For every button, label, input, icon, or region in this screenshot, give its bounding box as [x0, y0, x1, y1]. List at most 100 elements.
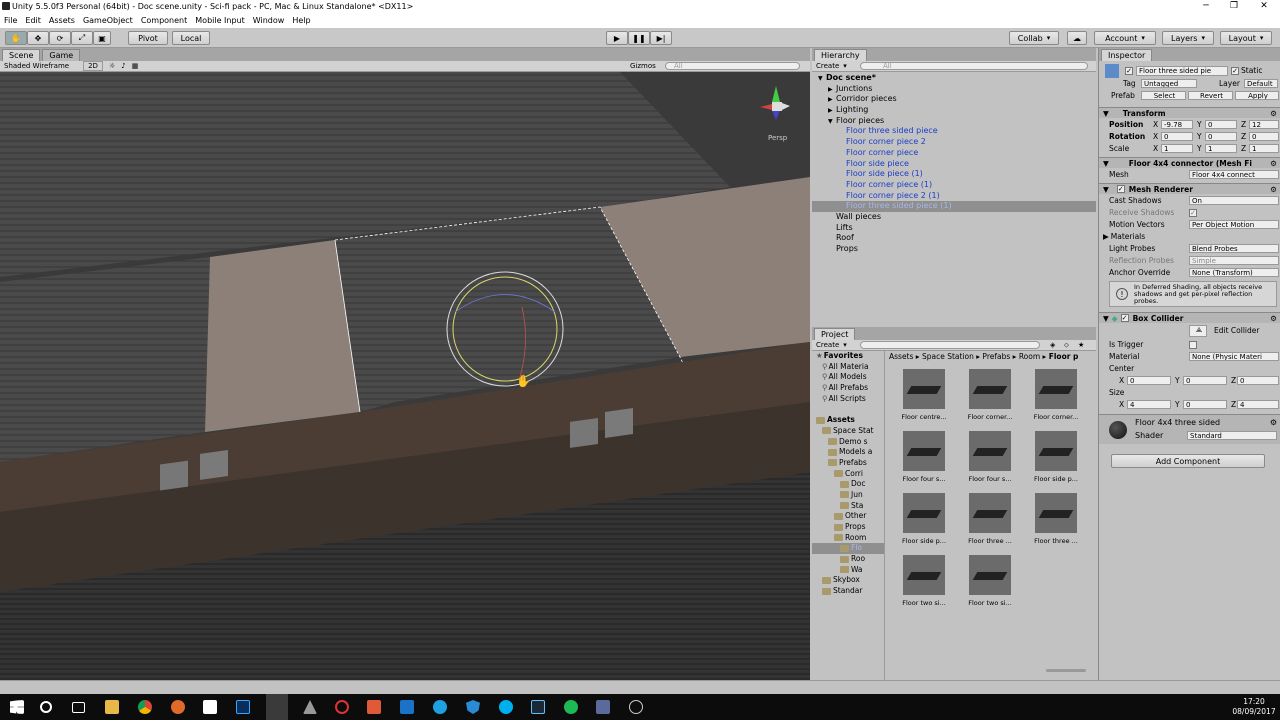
skype-icon[interactable]	[499, 700, 513, 714]
project-tree-item[interactable]: ⚲All Models	[812, 372, 884, 383]
tab-game[interactable]: Game	[42, 49, 81, 61]
favorite-star-icon[interactable]: ★	[1078, 341, 1084, 349]
hierarchy-search-input[interactable]: All	[860, 62, 1088, 70]
task-view-icon[interactable]	[72, 702, 85, 713]
motion-vectors-dropdown[interactable]: Per Object Motion	[1189, 220, 1279, 229]
mesh-renderer-header[interactable]: ▼ ✓ Mesh Renderer ⚙	[1099, 183, 1280, 194]
file-explorer-icon[interactable]	[105, 700, 119, 714]
expand-down-icon[interactable]: ▼	[828, 117, 836, 128]
project-tree-item[interactable]: Demo s	[812, 437, 884, 448]
scale-x[interactable]: 1	[1161, 144, 1193, 153]
tab-inspector[interactable]: Inspector	[1101, 49, 1153, 61]
maximize-icon[interactable]: ❐	[1220, 0, 1248, 13]
project-tree-item[interactable]: Skybox	[812, 575, 884, 586]
hierarchy-item[interactable]: Floor side piece (1)	[812, 169, 1096, 180]
play-button[interactable]: ▶	[606, 31, 628, 45]
shading-mode-dropdown[interactable]: Shaded Wireframe	[4, 62, 69, 70]
shader-dropdown[interactable]: Standard	[1187, 431, 1277, 440]
anchor-override-field[interactable]: None (Transform)	[1189, 268, 1279, 277]
hierarchy-item[interactable]: Floor corner piece 2	[812, 137, 1096, 148]
scale-tool-icon[interactable]: ⤢	[71, 31, 93, 45]
asset-item[interactable]: Floor three ...	[960, 493, 1020, 551]
asset-item[interactable]: Floor side p...	[894, 493, 954, 551]
local-toggle[interactable]: Local	[172, 31, 210, 45]
receive-shadows-checkbox[interactable]: ✓	[1189, 208, 1197, 217]
project-tree-item[interactable]: Models a	[812, 447, 884, 458]
cast-shadows-dropdown[interactable]: On	[1189, 196, 1279, 205]
breadcrumb-item[interactable]: Space Station	[922, 352, 974, 361]
mesh-field[interactable]: Floor 4x4 connect	[1189, 170, 1279, 179]
project-tree-item[interactable]: Flo	[812, 543, 884, 555]
project-tree-item[interactable]: ⚲All Materia	[812, 362, 884, 373]
hierarchy-item[interactable]: Lifts	[812, 223, 1096, 234]
collab-dropdown[interactable]: Collab	[1009, 31, 1059, 45]
unity-active-icon[interactable]	[266, 694, 288, 720]
hierarchy-item[interactable]: Floor corner piece	[812, 148, 1096, 159]
asset-item[interactable]: Floor centre...	[894, 369, 954, 427]
project-tree-item[interactable]: ⚲All Prefabs	[812, 383, 884, 394]
project-tree-item[interactable]: Props	[812, 522, 884, 533]
filter-label-icon[interactable]: ⬦	[1064, 341, 1069, 350]
breadcrumb-item[interactable]: Prefabs	[982, 352, 1010, 361]
box-collider-header[interactable]: ▼ ◆ ✓ Box Collider ⚙	[1099, 312, 1280, 323]
prefab-apply-button[interactable]: Apply	[1235, 91, 1279, 100]
breadcrumb-item[interactable]: Assets	[889, 352, 913, 361]
project-tree-item[interactable]: Corri	[812, 469, 884, 480]
hierarchy-item[interactable]: Floor three sided piece (1)	[812, 201, 1096, 212]
account-dropdown[interactable]: Account	[1094, 31, 1156, 45]
lighting-toggle-icon[interactable]: ☼	[109, 62, 115, 70]
layers-dropdown[interactable]: Layers	[1162, 31, 1214, 45]
asset-item[interactable]: Floor side p...	[1026, 431, 1086, 489]
edit-collider-icon[interactable]: ⟁	[1189, 324, 1207, 337]
position-y[interactable]: 0	[1205, 120, 1237, 129]
position-z[interactable]: 12	[1249, 120, 1279, 129]
center-y[interactable]: 0	[1183, 376, 1227, 385]
outlook-icon[interactable]	[400, 700, 414, 714]
hand-tool-icon[interactable]: ✋	[5, 31, 27, 45]
project-tree-item[interactable]: Roo	[812, 554, 884, 565]
asset-item[interactable]: Floor four s...	[960, 431, 1020, 489]
chrome-icon[interactable]	[138, 700, 152, 714]
scale-y[interactable]: 1	[1205, 144, 1237, 153]
light-probes-dropdown[interactable]: Blend Probes	[1189, 244, 1279, 253]
project-tree-item[interactable]: Room	[812, 533, 884, 544]
prefab-select-button[interactable]: Select	[1141, 91, 1186, 100]
filter-type-icon[interactable]: ◈	[1050, 341, 1055, 349]
app-icon[interactable]	[367, 700, 381, 714]
project-tree-item[interactable]: Prefabs	[812, 458, 884, 469]
hierarchy-item[interactable]: Floor corner piece (1)	[812, 180, 1096, 191]
audio-toggle-icon[interactable]: ♪	[121, 62, 125, 70]
scene-search-input[interactable]: All	[665, 62, 800, 70]
project-tree-item[interactable]: Jun	[812, 490, 884, 501]
photoshop-icon[interactable]	[236, 700, 250, 714]
transform-header[interactable]: ▼ Transform ⚙	[1099, 107, 1280, 118]
hierarchy-item[interactable]: ▶ Corridor pieces	[812, 94, 1096, 105]
cloud-icon[interactable]: ☁	[1067, 31, 1087, 45]
hierarchy-item[interactable]: Floor three sided piece	[812, 126, 1096, 137]
steam-icon[interactable]	[531, 700, 545, 714]
size-y[interactable]: 0	[1183, 400, 1227, 409]
project-tree-item[interactable]: ⚲All Scripts	[812, 394, 884, 405]
reflection-probes-dropdown[interactable]: Simple	[1189, 256, 1279, 265]
materials-row[interactable]: ▶ Materials	[1099, 231, 1280, 242]
rotation-x[interactable]: 0	[1161, 132, 1193, 141]
rotation-y[interactable]: 0	[1205, 132, 1237, 141]
project-tree-item[interactable]: Wa	[812, 565, 884, 576]
menu-mobile-input[interactable]: Mobile Input	[191, 16, 249, 25]
rotate-tool-icon[interactable]: ⟳	[49, 31, 71, 45]
menu-edit[interactable]: Edit	[21, 16, 45, 25]
layout-dropdown[interactable]: Layout	[1220, 31, 1272, 45]
breadcrumb-item[interactable]: Room	[1019, 352, 1040, 361]
tab-scene[interactable]: Scene	[2, 49, 41, 61]
hierarchy-item[interactable]: Props	[812, 244, 1096, 255]
settings-gear-icon[interactable]: ⚙	[1270, 185, 1277, 194]
app-window-icon[interactable]	[596, 700, 610, 714]
add-component-button[interactable]: Add Component	[1111, 454, 1265, 468]
asset-item[interactable]: Floor two si...	[894, 555, 954, 613]
project-tree-item[interactable]: ★Favorites	[812, 351, 884, 362]
hierarchy-create-dropdown[interactable]: Create	[816, 62, 847, 70]
asset-item[interactable]: Floor three ...	[1026, 493, 1086, 551]
project-tree-item[interactable]: Doc	[812, 479, 884, 490]
search-icon[interactable]	[40, 701, 52, 713]
blender-icon[interactable]	[171, 700, 185, 714]
